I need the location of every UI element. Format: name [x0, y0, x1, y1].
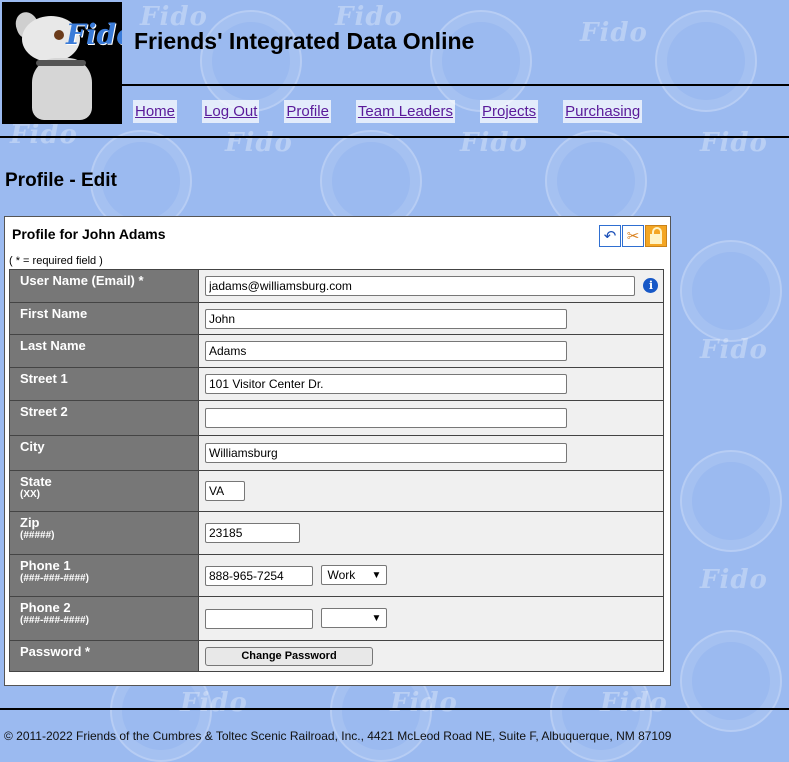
- footer-divider: [0, 708, 789, 710]
- chevron-down-icon: ▼: [371, 569, 382, 581]
- form-row-city: City: [9, 435, 664, 471]
- page-title: Profile - Edit: [5, 170, 117, 191]
- form-row-phone2: Phone 2 (###-###-####) ▼: [9, 596, 664, 641]
- info-icon[interactable]: i: [643, 278, 659, 294]
- fido-logo: Fido: [2, 2, 122, 124]
- profile-panel: Profile for John Adams ↶ ✂ ( * = require…: [4, 216, 671, 686]
- phone1-field[interactable]: [205, 565, 313, 586]
- panel-title: Profile for John Adams: [12, 226, 166, 242]
- email-label: User Name (Email) *: [9, 269, 199, 303]
- form-row-last-name: Last Name: [9, 334, 664, 368]
- form-row-street1: Street 1: [9, 367, 664, 401]
- street1-label: Street 1: [20, 371, 68, 386]
- last-name-field[interactable]: [205, 341, 567, 361]
- zip-label: Zip: [20, 515, 40, 530]
- nav-projects[interactable]: Projects: [479, 100, 539, 123]
- form-row-zip: Zip (#####): [9, 511, 664, 555]
- chevron-down-icon: ▼: [371, 612, 382, 624]
- street2-label: Street 2: [20, 404, 68, 419]
- nav-purchasing[interactable]: Purchasing: [563, 100, 643, 123]
- zip-field[interactable]: [205, 523, 300, 543]
- lock-icon[interactable]: [645, 225, 667, 247]
- phone1-hint: (###-###-####): [20, 573, 89, 584]
- street2-field[interactable]: [205, 408, 567, 428]
- header-divider: [122, 84, 789, 86]
- form-row-email: User Name (Email) * i: [9, 269, 664, 303]
- first-name-label: First Name: [20, 306, 88, 321]
- form-row-street2: Street 2: [9, 400, 664, 436]
- phone1-type-select[interactable]: Work ▼: [321, 565, 388, 586]
- phone1-label: Phone 1: [20, 558, 71, 573]
- first-name-field[interactable]: [205, 308, 567, 329]
- city-field[interactable]: [205, 443, 567, 463]
- email-field[interactable]: [205, 276, 635, 296]
- nav-home[interactable]: Home: [133, 100, 178, 123]
- nav-log-out[interactable]: Log Out: [202, 100, 260, 123]
- phone2-field[interactable]: [205, 608, 313, 629]
- main-nav: Home Log Out Profile Team Leaders Projec…: [133, 100, 667, 123]
- change-password-button[interactable]: Change Password: [205, 646, 373, 666]
- phone2-type-select[interactable]: ▼: [321, 608, 388, 629]
- footer-copyright: © 2011-2022 Friends of the Cumbres & Tol…: [4, 729, 672, 743]
- nav-divider: [0, 136, 789, 138]
- required-field-note: ( * = required field ): [9, 255, 103, 267]
- phone2-label: Phone 2: [20, 600, 71, 615]
- state-hint: (XX): [20, 489, 40, 500]
- form-row-state: State (XX): [9, 470, 664, 512]
- street1-field[interactable]: [205, 374, 567, 394]
- last-name-label: Last Name: [20, 338, 86, 353]
- wrench-icon[interactable]: ✂: [622, 225, 644, 247]
- form-row-password: Password * Change Password: [9, 640, 664, 672]
- form-row-first-name: First Name: [9, 302, 664, 335]
- nav-profile[interactable]: Profile: [284, 100, 331, 123]
- site-title: Friends' Integrated Data Online: [134, 28, 475, 54]
- state-field[interactable]: [205, 481, 245, 501]
- password-label: Password *: [20, 644, 91, 659]
- phone2-hint: (###-###-####): [20, 615, 89, 626]
- zip-hint: (#####): [20, 530, 55, 541]
- logo-text: Fido: [66, 18, 122, 51]
- nav-team-leaders[interactable]: Team Leaders: [355, 100, 455, 123]
- undo-icon[interactable]: ↶: [599, 225, 621, 247]
- city-label: City: [20, 439, 45, 454]
- form-row-phone1: Phone 1 (###-###-####) Work ▼: [9, 554, 664, 597]
- state-label: State: [20, 474, 52, 489]
- profile-form: User Name (Email) * i First Name Last Na…: [9, 269, 664, 672]
- panel-toolbar: ↶ ✂: [598, 225, 667, 247]
